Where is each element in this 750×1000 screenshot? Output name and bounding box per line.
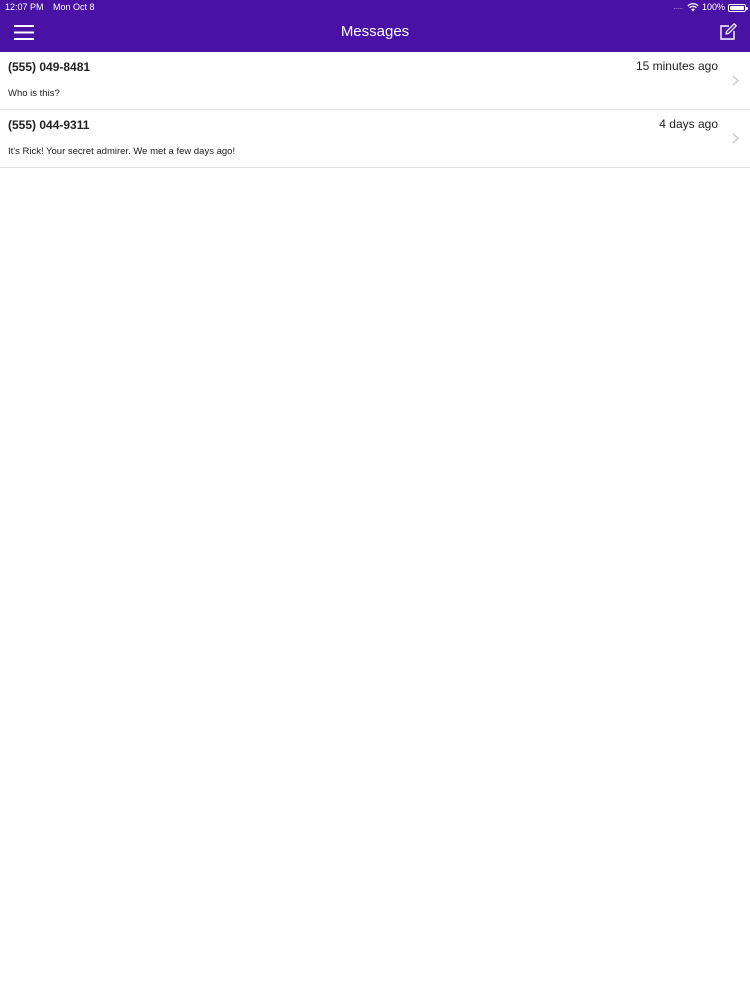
wifi-icon — [687, 3, 699, 12]
chevron-right-icon — [732, 75, 739, 86]
status-right: ..... 100% — [673, 0, 748, 15]
status-time: 12:07 PM — [5, 2, 44, 12]
message-preview: Who is this? — [8, 88, 60, 99]
status-bar: 12:07 PM Mon Oct 8 ..... 100% — [0, 0, 750, 15]
message-sender: (555) 044-9311 — [8, 118, 90, 132]
message-sender: (555) 049-8481 — [8, 60, 91, 74]
battery-fill — [730, 5, 744, 10]
top-bar: 12:07 PM Mon Oct 8 ..... 100% Messages — [0, 0, 750, 52]
message-row[interactable]: (555) 044-9311 4 days ago It's Rick! You… — [0, 110, 750, 168]
status-left: 12:07 PM Mon Oct 8 — [5, 0, 102, 15]
signal-indicator: ..... — [673, 4, 683, 11]
message-preview: It's Rick! Your secret admirer. We met a… — [8, 146, 236, 157]
message-list: (555) 049-8481 15 minutes ago Who is thi… — [0, 52, 750, 168]
battery-icon — [728, 3, 748, 12]
message-timestamp: 4 days ago — [659, 117, 718, 131]
compose-icon[interactable] — [718, 22, 738, 42]
message-row[interactable]: (555) 049-8481 15 minutes ago Who is thi… — [0, 52, 750, 110]
chevron-right-icon — [732, 133, 739, 144]
messages-app: 12:07 PM Mon Oct 8 ..... 100% Messages (… — [0, 0, 750, 1000]
nav-bar: Messages — [0, 15, 750, 52]
battery-percentage: 100% — [701, 2, 725, 12]
message-timestamp: 15 minutes ago — [635, 59, 718, 73]
status-date: Mon Oct 8 — [53, 2, 95, 12]
page-title: Messages — [340, 23, 410, 40]
